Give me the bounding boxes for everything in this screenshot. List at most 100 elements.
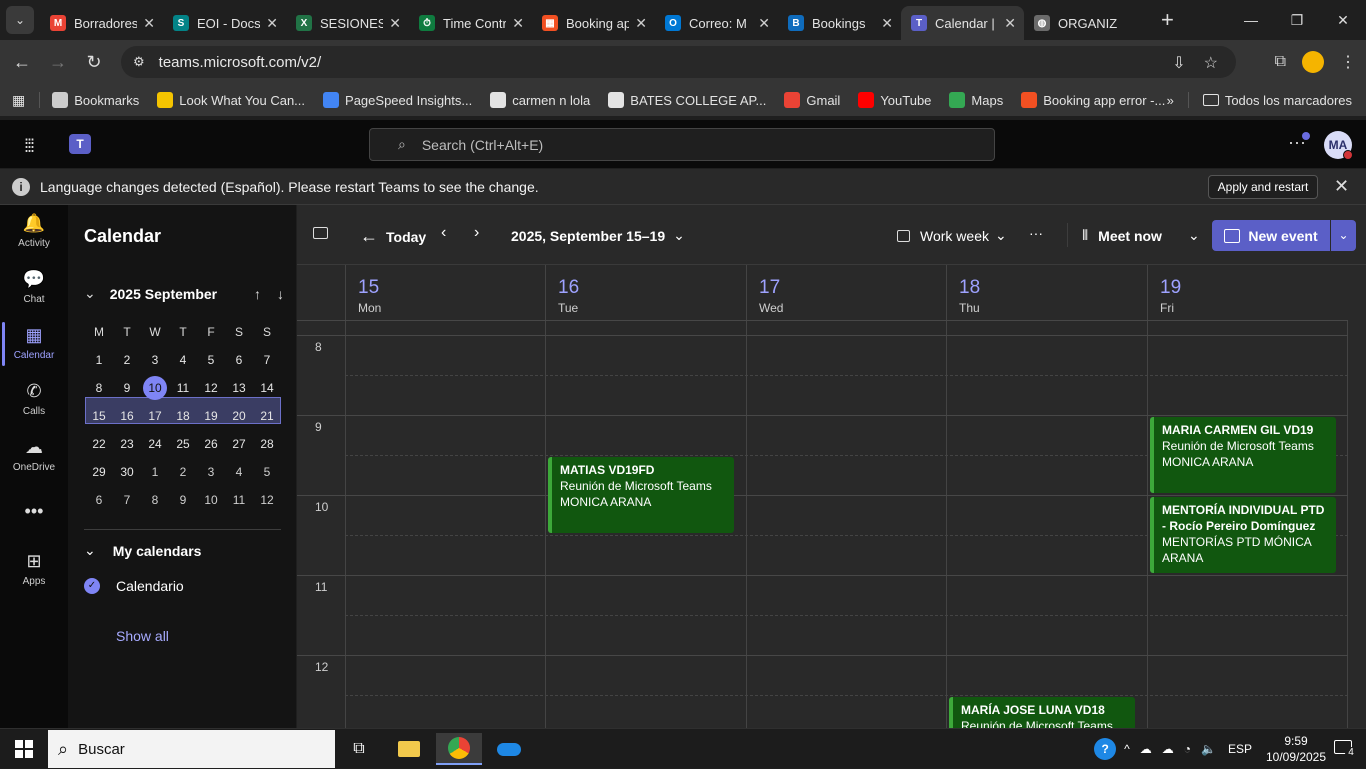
mini-calendar-day[interactable]: 20 (225, 409, 253, 423)
meet-now-dropdown-icon[interactable]: ⌄ (1188, 227, 1200, 244)
close-icon[interactable]: ✕ (1334, 176, 1349, 197)
day-header[interactable]: 17 Wed (746, 265, 946, 321)
notifications-button[interactable]: 4 (1332, 736, 1358, 762)
rail-item-calendar[interactable]: ▦ Calendar (0, 325, 68, 361)
mini-calendar-day[interactable]: 2 (169, 465, 197, 479)
next-month-icon[interactable]: ↓ (277, 286, 284, 302)
task-view-icon[interactable]: ⧉ (336, 733, 382, 765)
profile-avatar[interactable] (1302, 51, 1324, 73)
browser-tab[interactable]: S EOI - Docs ✕ (163, 6, 286, 40)
reload-button[interactable]: ↻ (76, 52, 112, 73)
tab-close-icon[interactable]: ✕ (143, 15, 155, 32)
rail-item-apps[interactable]: ⊞ Apps (0, 551, 68, 587)
browser-tab[interactable]: T Calendar | ✕ (901, 6, 1024, 40)
browser-tab[interactable]: O Correo: M ✕ (655, 6, 778, 40)
install-app-icon[interactable]: ⇩ (1172, 53, 1185, 73)
calendar-event[interactable]: MATIAS VD19FD Reunión de Microsoft Teams M… (548, 457, 734, 533)
mini-calendar-day[interactable]: 27 (225, 437, 253, 451)
mini-calendar-day[interactable]: 15 (85, 409, 113, 423)
site-info-icon[interactable]: ⚙ (133, 54, 145, 70)
toggle-pane-icon[interactable] (313, 227, 328, 239)
day-header[interactable]: 15 Mon (345, 265, 545, 321)
next-week-icon[interactable]: › (474, 224, 479, 242)
bookmark-item[interactable]: Maps (949, 92, 1003, 108)
tab-close-icon[interactable]: ✕ (881, 15, 893, 32)
mini-calendar-day[interactable]: 22 (85, 437, 113, 451)
show-all-link[interactable]: Show all (116, 628, 169, 644)
mini-calendar-day[interactable]: 1 (85, 353, 113, 367)
mini-calendar-day[interactable]: 23 (113, 437, 141, 451)
show-hidden-icons-icon[interactable]: ^ (1124, 742, 1130, 756)
my-calendars-header[interactable]: ⌄ My calendars (84, 542, 201, 559)
previous-month-icon[interactable]: ↑ (254, 286, 261, 302)
mini-calendar-day[interactable]: 29 (85, 465, 113, 479)
search-box[interactable]: ⌕ Search (Ctrl+Alt+E) (369, 128, 995, 161)
mini-calendar-day[interactable]: 9 (169, 493, 197, 507)
mini-calendar-day[interactable]: 8 (141, 493, 169, 507)
taskbar-search[interactable]: ⌕ Buscar (48, 730, 335, 768)
minimize-button[interactable]: — (1228, 0, 1274, 40)
mini-calendar-day[interactable]: 28 (253, 437, 281, 451)
browser-tab[interactable]: X SESIONES ✕ (286, 6, 409, 40)
chrome-icon[interactable] (436, 733, 482, 765)
bookmark-item[interactable]: Bookmarks (52, 92, 139, 108)
mini-calendar-day[interactable]: 3 (141, 353, 169, 367)
rail-item-onedrive[interactable]: ☁ OneDrive (0, 437, 68, 473)
tab-close-icon[interactable]: ✕ (266, 15, 278, 32)
mini-calendar-day[interactable]: 12 (197, 381, 225, 395)
more-options-icon[interactable]: ··· (1029, 225, 1043, 241)
chrome-menu-icon[interactable]: ⋮ (1340, 52, 1356, 72)
mini-calendar-day[interactable]: 2 (113, 353, 141, 367)
day-header[interactable]: 18 Thu (946, 265, 1146, 321)
browser-tab[interactable]: ⏱ Time Control ✕ (409, 6, 532, 40)
bookmark-item[interactable]: YouTube (858, 92, 931, 108)
mini-calendar-day[interactable]: 12 (253, 493, 281, 507)
mini-calendar-day[interactable]: 11 (225, 493, 253, 507)
mini-calendar-day[interactable]: 17 (141, 409, 169, 423)
mini-calendar-day[interactable]: 30 (113, 465, 141, 479)
rail-item-calls[interactable]: ✆ Calls (0, 381, 68, 417)
rail-item-more[interactable]: ••• (0, 501, 68, 526)
rail-item-chat[interactable]: 💬 Chat (0, 269, 68, 305)
forward-button[interactable]: → (40, 52, 76, 73)
onedrive-tray-icon[interactable]: ☁ (1140, 742, 1152, 756)
new-event-dropdown[interactable]: ⌄ (1331, 220, 1356, 251)
back-button[interactable]: ← (4, 52, 40, 73)
language-indicator[interactable]: ESP (1228, 742, 1252, 756)
tab-close-icon[interactable]: ✕ (512, 15, 524, 32)
bookmark-star-icon[interactable]: ☆ (1204, 53, 1218, 73)
address-bar[interactable]: ⚙ teams.microsoft.com/v2/ ⇩ ☆ (121, 46, 1236, 78)
all-bookmarks-folder[interactable]: Todos los marcadores (1202, 93, 1352, 108)
mini-calendar-day[interactable]: 4 (225, 465, 253, 479)
mini-calendar-day[interactable]: 18 (169, 409, 197, 423)
mini-calendar-day[interactable]: 19 (197, 409, 225, 423)
mini-calendar-day[interactable]: 5 (253, 465, 281, 479)
browser-tab[interactable]: M Borradores ✕ (40, 6, 163, 40)
bookmark-item[interactable]: BATES COLLEGE AP... (608, 92, 766, 108)
previous-week-icon[interactable]: ‹ (441, 224, 446, 242)
mini-calendar-day[interactable]: 7 (113, 493, 141, 507)
new-tab-button[interactable]: + (1161, 7, 1174, 33)
day-header[interactable]: 16 Tue (545, 265, 745, 321)
mini-calendar-day[interactable]: 1 (141, 465, 169, 479)
volume-icon[interactable]: 🔈 (1201, 742, 1216, 756)
calendar-event[interactable]: MENTORÍA INDIVIDUAL PTD - Rocío Pereiro … (1150, 497, 1336, 573)
tab-close-icon[interactable]: ✕ (1004, 15, 1016, 32)
mini-calendar-day[interactable]: 16 (113, 409, 141, 423)
app-launcher-icon[interactable]: ⁞⁞⁞ (24, 136, 35, 157)
tab-search-button[interactable]: ⌄ (6, 6, 34, 34)
mini-calendar-day[interactable]: 11 (169, 381, 197, 395)
mini-calendar-day[interactable]: 9 (113, 381, 141, 395)
today-button[interactable]: ← Today (360, 226, 426, 247)
file-explorer-icon[interactable] (386, 733, 432, 765)
rail-item-activity[interactable]: 🔔 Activity (0, 213, 68, 249)
mini-calendar-day[interactable]: 4 (169, 353, 197, 367)
tab-close-icon[interactable]: ✕ (758, 15, 770, 32)
mini-calendar-day[interactable]: 6 (85, 493, 113, 507)
day-header[interactable]: 19 Fri (1147, 265, 1347, 321)
bookmarks-overflow-button[interactable]: » (1167, 93, 1174, 108)
apps-grid-icon[interactable]: ▦ (12, 92, 25, 109)
wifi-icon[interactable]: ◔ (1184, 742, 1191, 756)
mini-calendar-day[interactable]: 7 (253, 353, 281, 367)
start-button[interactable] (15, 740, 33, 758)
